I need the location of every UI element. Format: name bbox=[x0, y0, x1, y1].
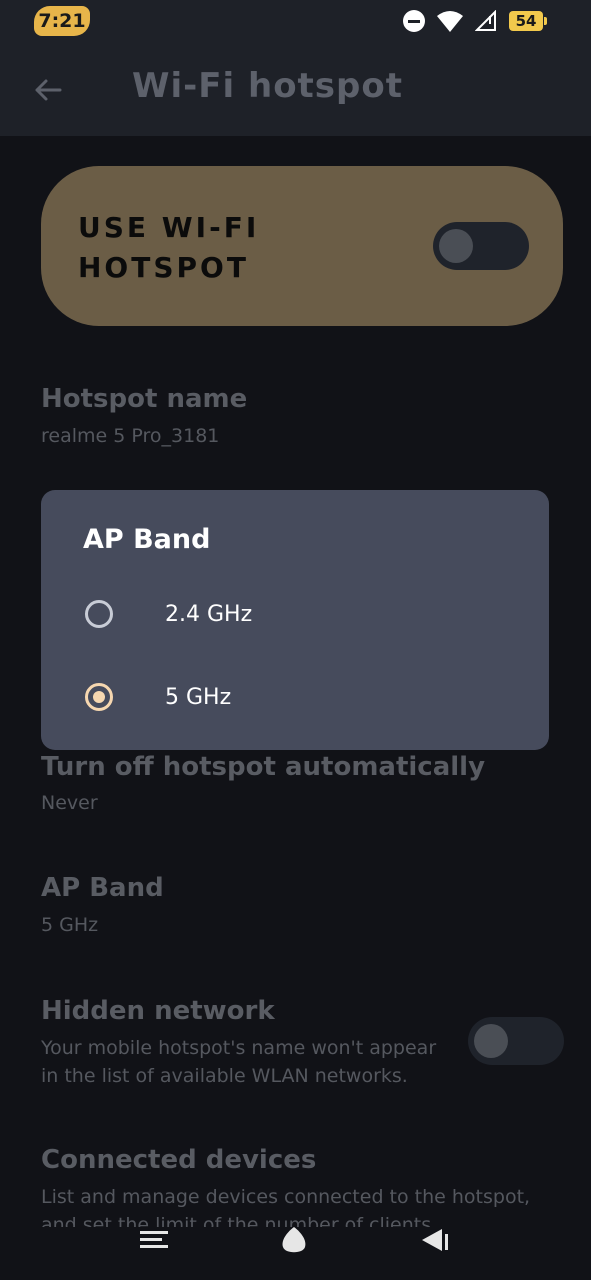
nav-back-button[interactable] bbox=[412, 1216, 460, 1264]
do-not-disturb-icon bbox=[403, 10, 425, 32]
app-bar: Wi-Fi hotspot bbox=[0, 40, 591, 136]
turn-off-value: Never bbox=[41, 792, 98, 814]
back-arrow-icon bbox=[35, 79, 62, 101]
hotspot-name-title[interactable]: Hotspot name bbox=[41, 384, 247, 414]
toggle-knob bbox=[439, 229, 473, 263]
hidden-network-toggle[interactable] bbox=[468, 1017, 564, 1065]
status-time: 7:21 bbox=[34, 6, 90, 36]
back-button[interactable] bbox=[28, 70, 68, 110]
back-icon bbox=[422, 1229, 448, 1251]
option-2-4-ghz[interactable]: 2.4 GHz bbox=[85, 586, 525, 642]
bottom-nav bbox=[0, 1208, 591, 1280]
connected-devices-title[interactable]: Connected devices bbox=[41, 1145, 316, 1175]
dialog-title: AP Band bbox=[83, 524, 211, 555]
battery-icon: 54 bbox=[509, 11, 547, 31]
home-icon bbox=[282, 1227, 306, 1253]
option-5-ghz-label: 5 GHz bbox=[165, 684, 232, 710]
page-title: Wi-Fi hotspot bbox=[132, 66, 403, 106]
toggle-knob bbox=[474, 1024, 508, 1058]
hotspot-name-value: realme 5 Pro_3181 bbox=[41, 425, 220, 447]
radio-5-ghz[interactable] bbox=[85, 683, 113, 711]
use-hotspot-label: USE WI-FI HOTSPOT bbox=[78, 211, 260, 284]
option-2-4-ghz-label: 2.4 GHz bbox=[165, 601, 253, 627]
ap-band-value: 5 GHz bbox=[41, 914, 99, 936]
nav-menu-button[interactable] bbox=[130, 1216, 178, 1264]
screen: 7:21 54 Wi-Fi hotspot USE WI-FI HOTSPOT bbox=[0, 0, 591, 1280]
ap-band-title[interactable]: AP Band bbox=[41, 873, 164, 903]
battery-level: 54 bbox=[515, 12, 537, 30]
status-icons: 54 bbox=[403, 8, 547, 34]
wifi-icon bbox=[437, 11, 463, 32]
nav-home-button[interactable] bbox=[270, 1216, 318, 1264]
hidden-network-desc: Your mobile hotspot's name won't appear … bbox=[41, 1037, 437, 1087]
status-bar: 7:21 54 bbox=[0, 0, 591, 40]
signal-icon bbox=[475, 10, 496, 31]
radio-2-4-ghz[interactable] bbox=[85, 600, 113, 628]
ap-band-dialog: AP Band 2.4 GHz 5 GHz bbox=[41, 490, 549, 750]
option-5-ghz[interactable]: 5 GHz bbox=[85, 669, 525, 725]
menu-icon bbox=[140, 1231, 168, 1248]
use-hotspot-toggle[interactable] bbox=[433, 222, 529, 270]
hidden-network-title[interactable]: Hidden network bbox=[41, 996, 275, 1026]
turn-off-title[interactable]: Turn off hotspot automatically bbox=[41, 752, 485, 782]
